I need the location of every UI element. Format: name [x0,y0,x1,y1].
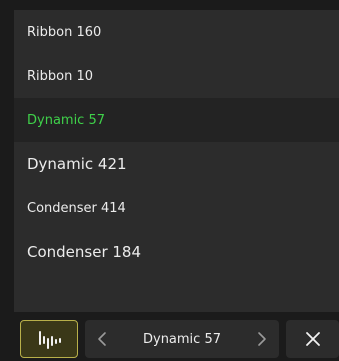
list-item-label: Dynamic 421 [27,155,127,173]
list-item[interactable]: Ribbon 160 [14,10,339,54]
waveform-button[interactable] [20,320,78,358]
list-item[interactable]: Ribbon 10 [14,54,339,98]
waveform-icon [39,331,61,349]
microphone-list: Ribbon 160 Ribbon 10 Dynamic 57 Dynamic … [14,10,339,312]
close-icon [305,332,320,346]
list-item-selected[interactable]: Dynamic 57 [14,98,339,142]
chevron-right-icon [258,332,266,346]
list-item-label: Ribbon 10 [27,68,94,84]
list-item-label: Dynamic 57 [27,112,106,128]
microphone-selector: Dynamic 57 [85,320,279,358]
list-item-label: Ribbon 160 [27,24,102,40]
list-item-label: Condenser 414 [27,200,126,216]
next-button[interactable] [245,320,279,358]
list-item[interactable]: Condenser 414 [14,186,339,230]
list-item-label: Condenser 184 [27,243,142,261]
selected-microphone-label: Dynamic 57 [142,331,221,347]
chevron-left-icon [98,332,106,346]
list-item[interactable]: Dynamic 421 [14,142,339,186]
previous-button[interactable] [85,320,119,358]
close-button[interactable] [286,320,339,358]
list-item[interactable]: Condenser 184 [14,230,339,274]
